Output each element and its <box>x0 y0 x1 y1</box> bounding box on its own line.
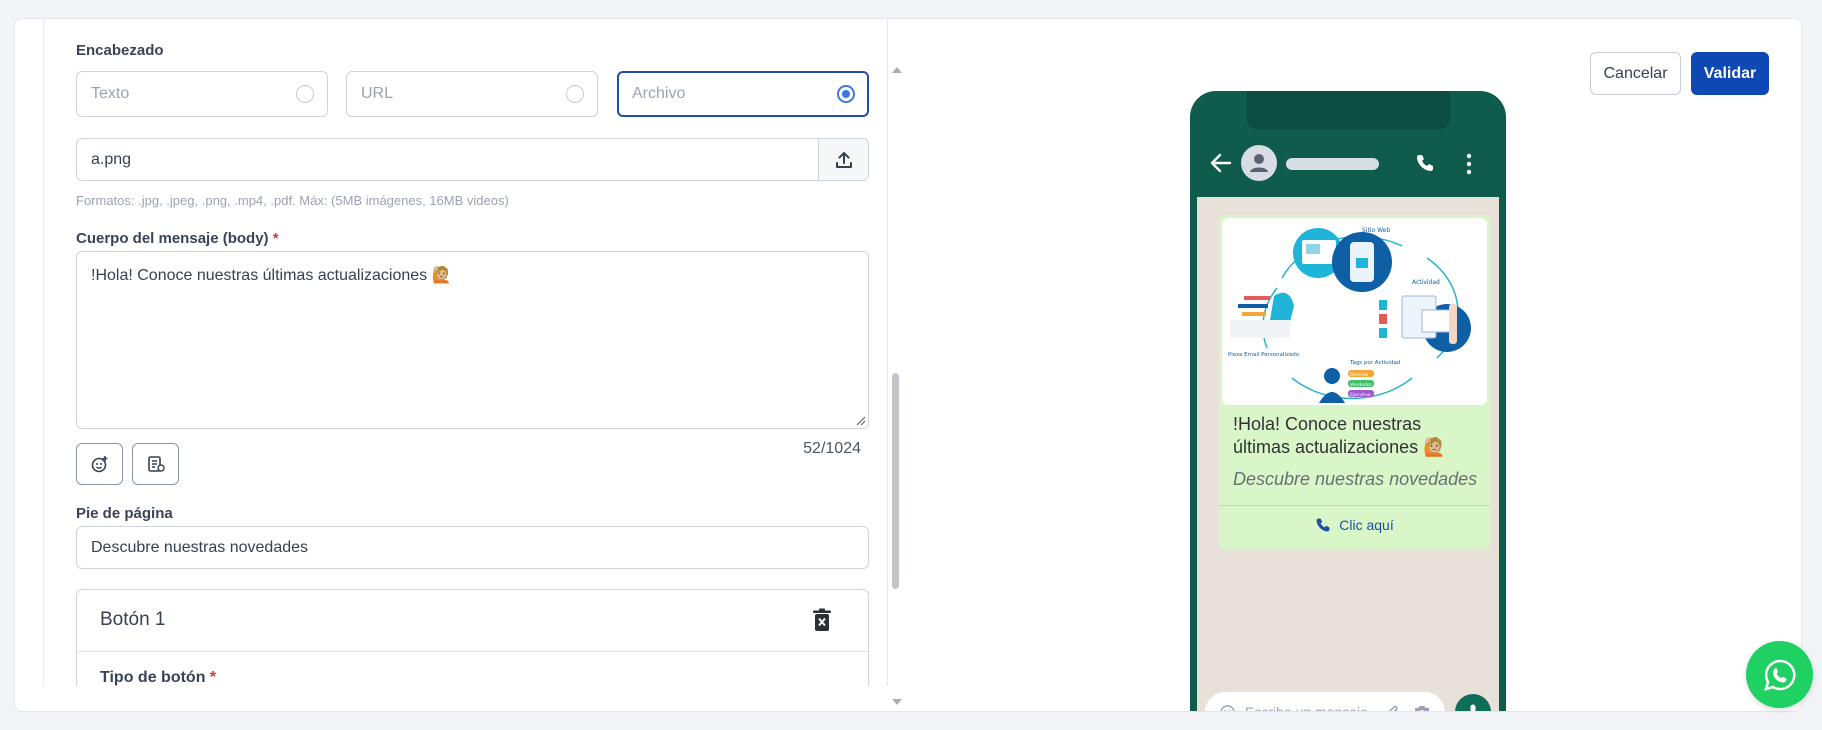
emoji-button[interactable] <box>76 443 123 485</box>
header-option-file[interactable]: Archivo <box>617 71 869 117</box>
image-chip-1: Gerente <box>1350 372 1368 378</box>
header-image: Sitio Web Actividad Pieza Email Personal… <box>1222 218 1487 405</box>
image-label-site: Sitio Web <box>1362 227 1390 234</box>
variables-button[interactable] <box>132 443 179 485</box>
form-scrollbar[interactable] <box>889 45 905 705</box>
header-option-file-label: Archivo <box>632 85 686 102</box>
delete-button[interactable] <box>812 608 832 637</box>
file-name: a.png <box>91 151 132 168</box>
user-icon <box>1250 154 1268 172</box>
marketing-illustration: Sitio Web Actividad Pieza Email Personal… <box>1228 227 1471 403</box>
template-editor-card: Encabezado Texto URL Archivo a.png Forma… <box>14 18 1802 712</box>
chat-area: Sitio Web Actividad Pieza Email Personal… <box>1197 197 1499 712</box>
image-chip-3: Ejecutivo <box>1350 392 1371 398</box>
header-label: Encabezado <box>76 42 164 59</box>
button-type-label-text: Tipo de botón <box>100 669 206 686</box>
file-input[interactable]: a.png <box>76 138 869 181</box>
phone-preview: Sitio Web Actividad Pieza Email Personal… <box>1190 91 1506 712</box>
footer-label: Pie de página <box>76 505 173 522</box>
cancel-button[interactable]: Cancelar <box>1590 52 1681 95</box>
radio-icon <box>296 85 314 103</box>
emoji-icon <box>91 456 107 473</box>
phone-notch <box>1247 91 1450 129</box>
formats-hint: Formatos: .jpg, .jpeg, .png, .mp4, .pdf.… <box>76 193 509 208</box>
header-option-url-label: URL <box>361 85 394 102</box>
scroll-down-arrow-icon[interactable] <box>892 699 902 705</box>
variables-icon <box>147 456 165 472</box>
header-option-text-label: Texto <box>91 85 130 102</box>
footer-input[interactable]: Descubre nuestras novedades <box>76 526 869 569</box>
emoji-icon <box>1220 705 1235 711</box>
body-textarea[interactable]: !Hola! Conoce nuestras últimas actualiza… <box>76 251 869 429</box>
phone-call-icon <box>1316 518 1330 532</box>
template-form: Encabezado Texto URL Archivo a.png Forma… <box>43 19 888 686</box>
preview-footer: Descubre nuestras novedades <box>1233 469 1478 489</box>
button-card: Botón 1 Tipo de botón * <box>76 589 869 686</box>
back-arrow-icon <box>1210 153 1232 173</box>
compose-bar[interactable]: Escribe un mensaje... <box>1205 692 1445 712</box>
scroll-up-arrow-icon[interactable] <box>892 67 902 73</box>
attach-icon <box>1388 705 1398 711</box>
image-label-email: Pieza Email Personalizado <box>1228 352 1300 358</box>
char-counter: 52/1024 <box>803 440 861 457</box>
radio-icon <box>566 85 584 103</box>
camera-icon <box>1415 706 1429 711</box>
scroll-thumb[interactable] <box>892 373 899 589</box>
header-option-url[interactable]: URL <box>346 71 598 117</box>
avatar <box>1241 145 1277 181</box>
required-mark: * <box>209 669 217 686</box>
image-label-tags: Tags por Actividad <box>1349 360 1400 366</box>
more-vertical-icon <box>1466 153 1472 175</box>
whatsapp-fab-button[interactable] <box>1746 641 1813 708</box>
compose-placeholder: Escribe un mensaje... <box>1245 704 1380 712</box>
message-bubble: Sitio Web Actividad Pieza Email Personal… <box>1219 215 1490 549</box>
footer-value: Descubre nuestras novedades <box>91 539 309 556</box>
body-label: Cuerpo del mensaje (body) * <box>76 230 279 247</box>
upload-icon <box>835 151 852 168</box>
required-mark: * <box>272 230 279 247</box>
whatsapp-icon <box>1763 659 1795 691</box>
button-card-header: Botón 1 <box>77 590 868 652</box>
image-label-activity: Actividad <box>1412 279 1440 286</box>
preview-cta-label: Clic aquí <box>1339 517 1394 533</box>
body-label-text: Cuerpo del mensaje (body) <box>76 230 269 247</box>
button-type-label: Tipo de botón * <box>100 669 216 686</box>
upload-button[interactable] <box>818 139 868 180</box>
chat-header <box>1190 139 1506 189</box>
preview-message: !Hola! Conoce nuestras últimas actualiza… <box>1233 414 1446 457</box>
button-card-title: Botón 1 <box>100 609 166 630</box>
contact-name-placeholder <box>1286 158 1379 170</box>
mic-icon <box>1468 704 1478 711</box>
bubble-divider <box>1219 505 1490 506</box>
radio-selected-icon <box>837 85 855 103</box>
preview-cta-button[interactable]: Clic aquí <box>1219 517 1490 533</box>
trash-icon <box>813 608 831 631</box>
image-chip-2: Vendedor <box>1350 382 1372 388</box>
validate-button[interactable]: Validar <box>1691 52 1769 95</box>
header-option-text[interactable]: Texto <box>76 71 328 117</box>
mic-button[interactable] <box>1455 694 1491 711</box>
phone-call-icon <box>1417 155 1433 171</box>
body-value: !Hola! Conoce nuestras últimas actualiza… <box>91 267 452 284</box>
resize-grip-icon[interactable] <box>856 416 866 426</box>
